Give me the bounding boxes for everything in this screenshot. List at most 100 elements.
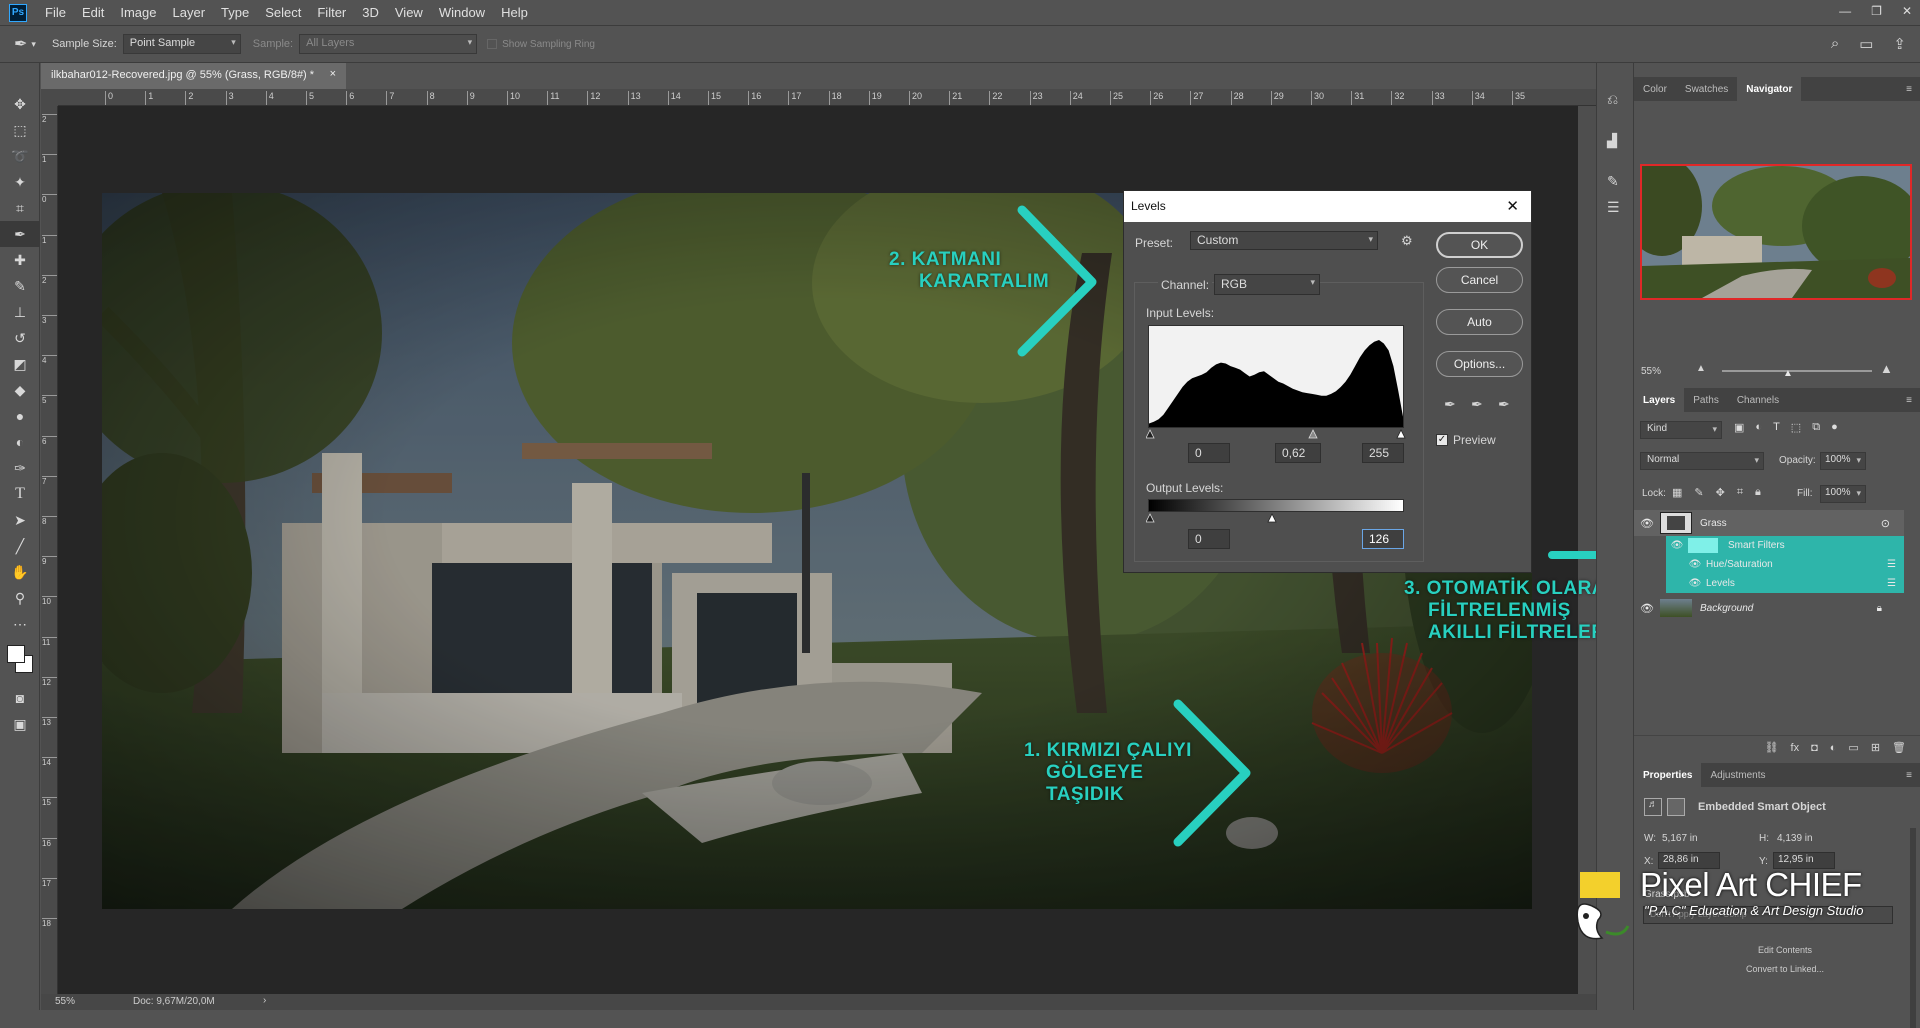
navigator-thumbnail[interactable]: [1640, 164, 1912, 300]
marquee-tool-icon[interactable]: ⬚: [0, 117, 40, 143]
auto-button[interactable]: Auto: [1436, 309, 1523, 335]
navigator-zoom-slider[interactable]: [1722, 370, 1872, 372]
path-selection-tool-icon[interactable]: ➤: [0, 507, 40, 533]
foreground-color-swatch[interactable]: [7, 645, 25, 663]
lock-all-icon[interactable]: 🔒︎: [1755, 486, 1761, 499]
history-brush-tool-icon[interactable]: ↺: [0, 325, 40, 351]
preview-checkbox[interactable]: ✓: [1436, 434, 1448, 446]
levels-titlebar[interactable]: Levels ✕: [1124, 191, 1531, 222]
eye-icon[interactable]: 👁︎: [1666, 540, 1688, 551]
workspace-icon[interactable]: ▭: [1859, 35, 1873, 53]
output-white-field[interactable]: 126: [1362, 529, 1404, 549]
fill-field[interactable]: 100% ▾: [1820, 485, 1866, 503]
tab-channels[interactable]: Channels: [1728, 395, 1788, 406]
tool-preset-chevron-icon[interactable]: ▾: [31, 39, 36, 50]
chevron-right-icon[interactable]: ›: [263, 995, 266, 1006]
layer-name[interactable]: Background: [1700, 603, 1753, 614]
layer-name[interactable]: Hue/Saturation: [1706, 559, 1773, 570]
filter-toggle-icon[interactable]: ●: [1831, 421, 1838, 434]
eyedropper-tool-icon[interactable]: ✒: [0, 221, 40, 247]
blur-tool-icon[interactable]: ●: [0, 403, 40, 429]
menu-help[interactable]: Help: [493, 5, 536, 20]
more-tools-icon[interactable]: ⋯: [0, 611, 40, 637]
convert-to-linked-button[interactable]: Convert to Linked...: [1730, 961, 1840, 979]
fx-icon[interactable]: fx: [1791, 742, 1800, 754]
menu-edit[interactable]: Edit: [74, 5, 112, 20]
layer-grass[interactable]: 👁︎ Grass ⊙: [1634, 510, 1904, 536]
options-button[interactable]: Options...: [1436, 351, 1523, 377]
layer-filter-kind-select[interactable]: Kind ▾: [1640, 421, 1722, 439]
pen-tool-icon[interactable]: ✑: [0, 455, 40, 481]
menu-file[interactable]: File: [37, 5, 74, 20]
hand-tool-icon[interactable]: ✋: [0, 559, 40, 585]
filter-blending-options-icon[interactable]: ☰: [1887, 559, 1896, 570]
eyedropper-tool-icon[interactable]: ✒: [14, 34, 27, 54]
tab-swatches[interactable]: Swatches: [1676, 84, 1737, 95]
minimize-icon[interactable]: —: [1839, 4, 1851, 18]
width-value[interactable]: 5,167 in: [1662, 833, 1698, 844]
sample-select[interactable]: All Layers ▾: [299, 34, 478, 54]
input-gamma-field[interactable]: 0,62: [1275, 443, 1321, 463]
menu-layer[interactable]: Layer: [165, 5, 214, 20]
preset-options-gear-icon[interactable]: ⚙: [1401, 233, 1413, 249]
eye-icon[interactable]: 👁︎: [1684, 559, 1706, 570]
close-tab-icon[interactable]: ×: [330, 68, 336, 80]
input-white-field[interactable]: 255: [1362, 443, 1404, 463]
type-tool-icon[interactable]: T: [0, 481, 40, 507]
search-icon[interactable]: ⌕: [1831, 35, 1839, 53]
zoom-in-icon[interactable]: ▲: [1880, 361, 1893, 376]
panel-menu-icon[interactable]: ≡: [1906, 84, 1912, 95]
filter-pixel-icon[interactable]: ▣: [1734, 421, 1744, 434]
output-slider-track[interactable]: [1146, 512, 1406, 524]
filter-adjustment-icon[interactable]: ◐: [1755, 421, 1762, 434]
layer-smart-filters[interactable]: 👁︎ Smart Filters: [1666, 536, 1904, 555]
tab-navigator[interactable]: Navigator: [1737, 77, 1802, 101]
filter-smart-object-icon[interactable]: ⧉: [1812, 421, 1820, 434]
lock-transparent-icon[interactable]: ▦: [1672, 486, 1682, 499]
eye-icon[interactable]: 👁︎: [1634, 517, 1660, 530]
layer-name[interactable]: Grass: [1700, 518, 1727, 529]
tab-color[interactable]: Color: [1634, 84, 1676, 95]
menu-select[interactable]: Select: [257, 5, 309, 20]
layer-name[interactable]: Smart Filters: [1728, 540, 1785, 551]
eye-icon[interactable]: 👁︎: [1634, 602, 1660, 615]
dodge-tool-icon[interactable]: ◐: [0, 429, 40, 455]
tab-properties[interactable]: Properties: [1634, 763, 1702, 787]
zoom-level[interactable]: 55%: [55, 996, 75, 1007]
eraser-tool-icon[interactable]: ◩: [0, 351, 40, 377]
healing-brush-tool-icon[interactable]: ✚: [0, 247, 40, 273]
channel-select[interactable]: RGB ▾: [1214, 274, 1320, 295]
close-icon[interactable]: ✕: [1506, 197, 1519, 215]
properties-scrollbar[interactable]: [1910, 828, 1916, 1028]
panel-menu-icon[interactable]: ≡: [1906, 770, 1912, 781]
navigator-zoom-value[interactable]: 55%: [1641, 366, 1661, 377]
opacity-field[interactable]: 100% ▾: [1820, 452, 1866, 470]
document-tab[interactable]: ilkbahar012-Recovered.jpg @ 55% (Grass, …: [41, 63, 346, 89]
histogram-panel-icon[interactable]: ▟: [1607, 133, 1617, 149]
filter-blending-options-icon[interactable]: ☰: [1887, 578, 1896, 589]
brush-tool-icon[interactable]: ✎: [0, 273, 40, 299]
paint-bucket-tool-icon[interactable]: ◆: [0, 377, 40, 403]
doc-info[interactable]: Doc: 9,67M/20,0M: [133, 996, 215, 1007]
line-tool-icon[interactable]: ╱: [0, 533, 40, 559]
new-group-icon[interactable]: ▭: [1848, 741, 1858, 754]
height-value[interactable]: 4,139 in: [1777, 833, 1813, 844]
tab-paths[interactable]: Paths: [1684, 395, 1728, 406]
panel-menu-icon[interactable]: ≡: [1906, 395, 1912, 406]
black-point-eyedropper-icon[interactable]: ✒: [1444, 396, 1456, 413]
menu-image[interactable]: Image: [112, 5, 164, 20]
quick-mask-icon[interactable]: ◙: [0, 685, 40, 711]
filter-type-icon[interactable]: T: [1773, 421, 1780, 434]
tab-adjustments[interactable]: Adjustments: [1701, 770, 1774, 781]
zoom-tool-icon[interactable]: ⚲: [0, 585, 40, 611]
close-window-icon[interactable]: ✕: [1902, 4, 1912, 18]
history-icon[interactable]: ⎌: [1607, 91, 1618, 108]
layer-name[interactable]: Levels: [1706, 578, 1735, 589]
gray-point-eyedropper-icon[interactable]: ✒: [1471, 396, 1483, 413]
adjustments-panel-icon[interactable]: ☰: [1607, 199, 1620, 216]
stamp-tool-icon[interactable]: ⊥: [0, 299, 40, 325]
menu-3d[interactable]: 3D: [354, 5, 387, 20]
navigator-zoom-handle[interactable]: ▲: [1783, 368, 1793, 379]
filter-shape-icon[interactable]: ⬚: [1791, 421, 1801, 434]
input-black-field[interactable]: 0: [1188, 443, 1230, 463]
